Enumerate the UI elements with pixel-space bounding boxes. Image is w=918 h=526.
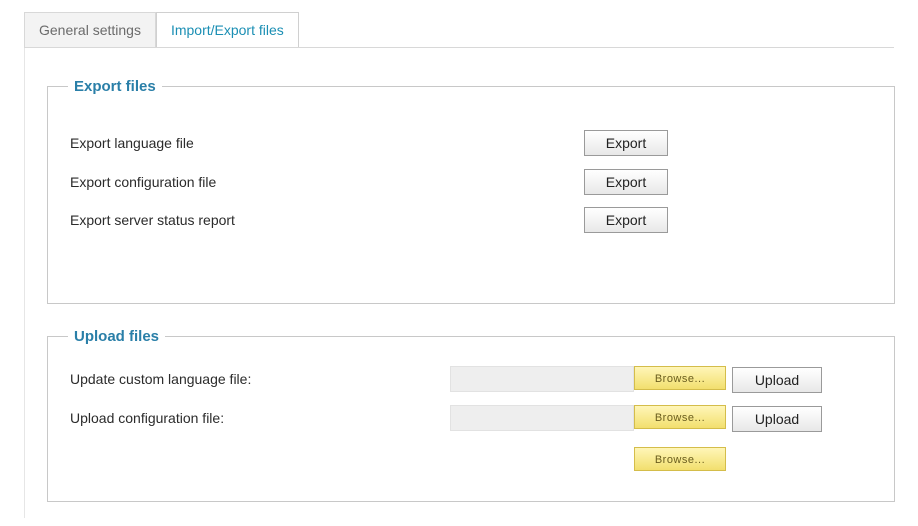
upload-files-title: Upload files [74, 328, 160, 345]
tab-general-settings[interactable]: General settings [24, 12, 156, 47]
export-language-file-button[interactable]: Export [584, 130, 668, 156]
upload-files-group: Upload files Update custom language file… [47, 328, 895, 502]
language-file-upload-button[interactable]: Upload [732, 367, 822, 393]
tab-panel: Export files Export language file Export… [24, 48, 895, 518]
export-configuration-file-button[interactable]: Export [584, 169, 668, 195]
export-language-file-label: Export language file [70, 135, 194, 151]
configuration-file-path-field[interactable] [450, 405, 634, 431]
update-custom-language-file-label: Update custom language file: [70, 371, 252, 387]
language-file-path-field[interactable] [450, 366, 634, 392]
export-server-status-report-label: Export server status report [70, 212, 235, 228]
tab-bar: General settings Import/Export files [24, 12, 299, 48]
export-configuration-file-label: Export configuration file [70, 174, 217, 190]
extra-browse-button[interactable]: Browse... [634, 447, 726, 471]
export-files-group: Export files Export language file Export… [47, 78, 895, 304]
language-file-browse-button[interactable]: Browse... [634, 366, 726, 390]
upload-configuration-file-label: Upload configuration file: [70, 410, 225, 426]
export-files-title: Export files [74, 78, 156, 95]
configuration-file-upload-button[interactable]: Upload [732, 406, 822, 432]
configuration-file-browse-button[interactable]: Browse... [634, 405, 726, 429]
tab-import-export-files[interactable]: Import/Export files [155, 12, 299, 47]
export-server-status-report-button[interactable]: Export [584, 207, 668, 233]
